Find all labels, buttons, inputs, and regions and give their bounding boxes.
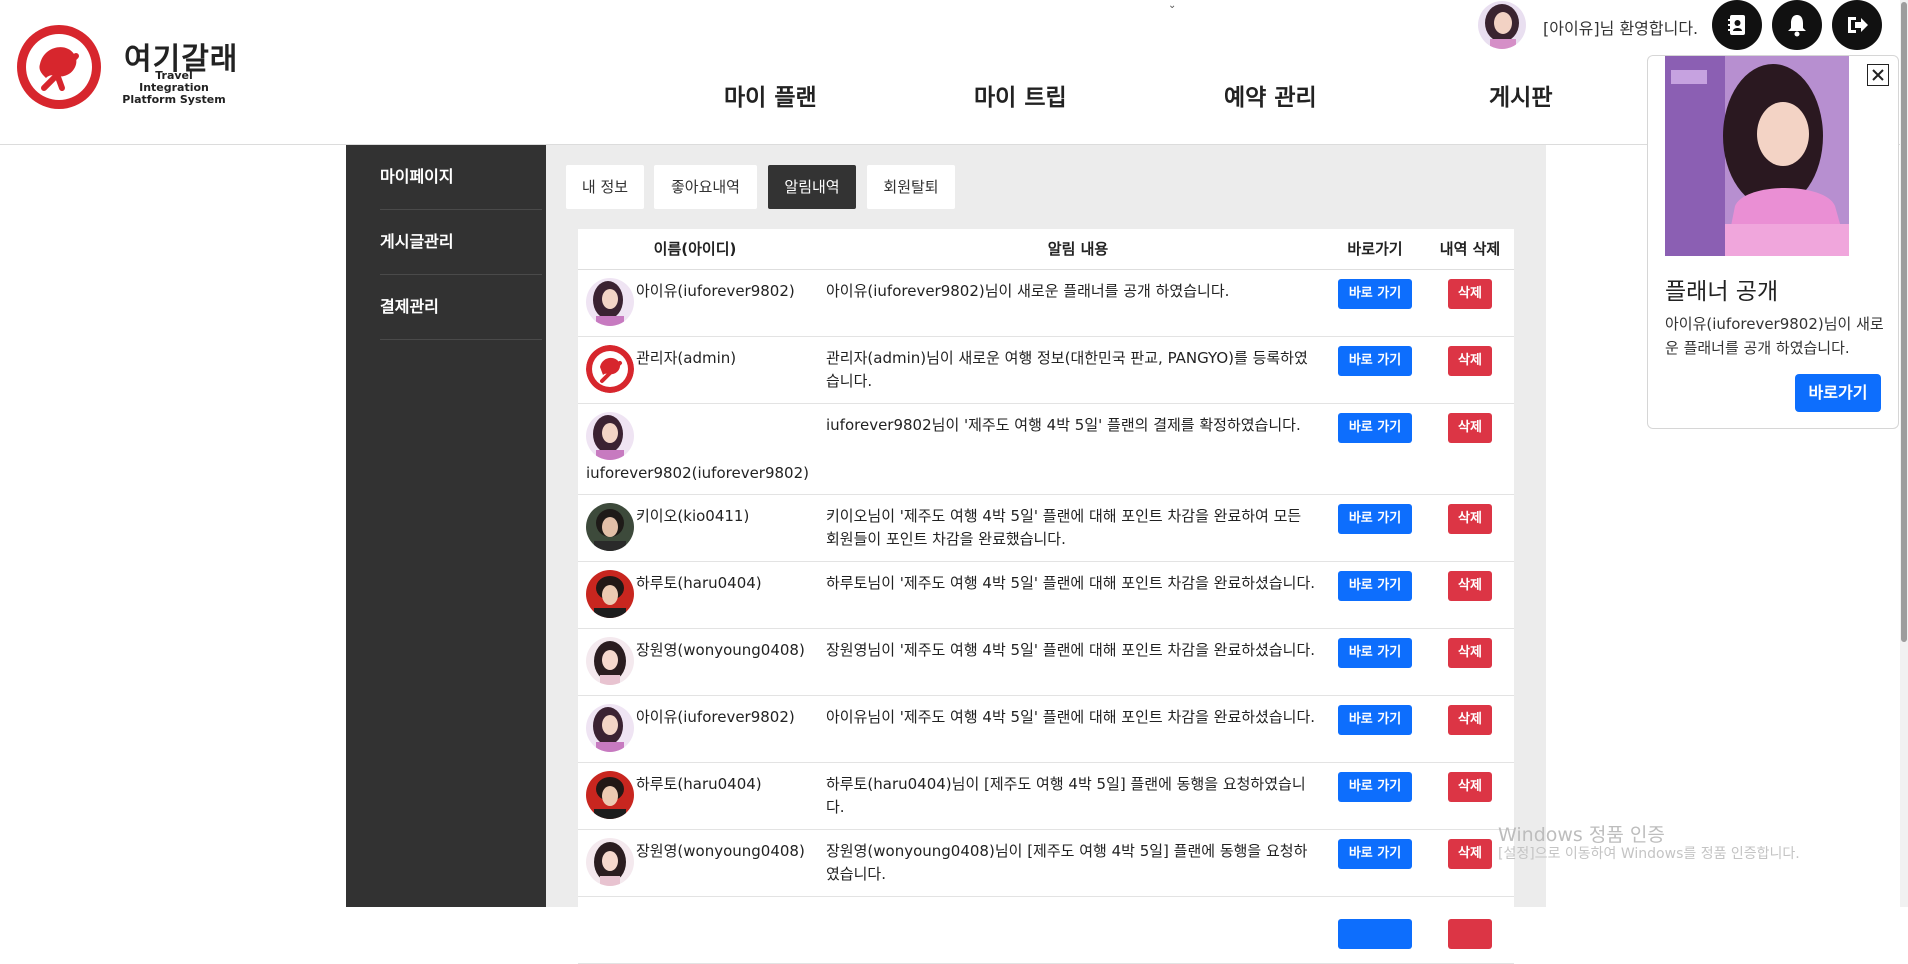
table-row: 관리자(admin) 관리자(admin)님이 새로운 여행 정보(대한민국 판…: [578, 337, 1514, 404]
delete-button[interactable]: 삭제: [1448, 413, 1492, 443]
table-row: 아이유(iuforever9802) 아이유님이 '제주도 여행 4박 5일' …: [578, 696, 1514, 763]
go-button[interactable]: [1338, 919, 1412, 949]
avatar: [586, 278, 634, 326]
avatar: [586, 412, 634, 460]
notification-table: 이름(아이디) 알림 내용 바로가기 내역 삭제 아이유(iuforever98…: [578, 229, 1514, 964]
row-user-name: 장원영(wonyoung0408): [636, 641, 805, 659]
row-user-name: 장원영(wonyoung0408): [636, 842, 805, 860]
user-avatar[interactable]: [1478, 1, 1526, 49]
delete-button[interactable]: 삭제: [1448, 638, 1492, 668]
delete-button[interactable]: 삭제: [1448, 346, 1492, 376]
table-header: 이름(아이디) 알림 내용 바로가기 내역 삭제: [578, 229, 1514, 270]
popup-message: 아이유(iuforever9802)님이 새로운 플래너를 공개 하였습니다.: [1665, 315, 1884, 357]
avatar: [586, 771, 634, 819]
go-button[interactable]: 바로 가기: [1338, 504, 1412, 534]
main-content: 내 정보 좋아요내역 알림내역 회원탈퇴 이름(아이디) 알림 내용 바로가기 …: [546, 145, 1546, 964]
nav-my-trip[interactable]: 마이 트립: [974, 78, 1067, 112]
delete-button[interactable]: 삭제: [1448, 705, 1492, 735]
delete-button[interactable]: [1448, 919, 1492, 949]
go-button[interactable]: 바로 가기: [1338, 839, 1412, 869]
chevron-down-icon: ⌄: [1168, 0, 1177, 11]
table-row: 하루토(haru0404) 하루토(haru0404)님이 [제주도 여행 4박…: [578, 763, 1514, 830]
tab-notifications[interactable]: 알림내역: [768, 165, 856, 209]
brand-subtitle: Travel Integration Platform System: [122, 69, 226, 106]
row-user-name: 키이오(kio0411): [636, 507, 750, 525]
bell-icon: [1788, 15, 1806, 37]
row-user-name: 아이유(iuforever9802): [636, 282, 795, 300]
table-row: 장원영(wonyoung0408) 장원영(wonyoung0408)님이 [제…: [578, 830, 1514, 897]
row-message: 아이유님이 '제주도 여행 4박 5일' 플랜에 대해 포인트 차감을 완료하셨…: [826, 708, 1316, 726]
tab-my-info[interactable]: 내 정보: [566, 165, 644, 209]
row-message: iuforever9802님이 '제주도 여행 4박 5일' 플랜의 결제를 확…: [826, 416, 1301, 434]
top-header: 여기갈래 Travel Integration Platform System …: [0, 0, 1908, 145]
contact-book-icon: [1728, 15, 1745, 35]
delete-button[interactable]: 삭제: [1448, 839, 1492, 869]
delete-button[interactable]: 삭제: [1448, 504, 1492, 534]
table-row: iuforever9802(iuforever9802) iuforever98…: [578, 404, 1514, 495]
avatar: [586, 570, 634, 618]
row-user-name: 하루토(haru0404): [636, 775, 762, 793]
tab-withdraw[interactable]: 회원탈퇴: [867, 165, 955, 209]
avatar: [586, 838, 634, 886]
avatar: [586, 704, 634, 752]
row-user-name: 관리자(admin): [636, 349, 737, 367]
notification-popup: 플래너 공개 아이유(iuforever9802)님이 새로운 플래너를 공개 …: [1647, 55, 1899, 429]
notification-button[interactable]: [1772, 0, 1822, 50]
popup-go-button[interactable]: 바로가기: [1795, 374, 1881, 412]
welcome-text: [아이유]님 환영합니다.: [1543, 19, 1699, 38]
sidebar-item-post-management[interactable]: 게시글관리: [380, 210, 542, 275]
windows-activation-text: [설정]으로 이동하여 Windows를 정품 인증합니다.: [1498, 846, 1800, 862]
avatar: [586, 503, 634, 551]
go-button[interactable]: 바로 가기: [1338, 346, 1412, 376]
row-message: 장원영(wonyoung0408)님이 [제주도 여행 4박 5일] 플랜에 동…: [826, 842, 1308, 883]
logout-icon: [1848, 17, 1868, 33]
sidebar-item-payment-management[interactable]: 결제관리: [380, 275, 542, 340]
column-header-go: 바로가기: [1347, 240, 1403, 258]
column-header-delete: 내역 삭제: [1439, 240, 1501, 258]
row-message: 하루토(haru0404)님이 [제주도 여행 4박 5일] 플랜에 동행을 요…: [826, 775, 1306, 816]
avatar: [586, 637, 634, 685]
row-user-name: iuforever9802(iuforever9802): [586, 464, 809, 482]
nav-reservation[interactable]: 예약 관리: [1224, 78, 1317, 112]
go-button[interactable]: 바로 가기: [1338, 279, 1412, 309]
popup-title: 플래너 공개: [1665, 279, 1779, 305]
column-header-message: 알림 내용: [1047, 240, 1109, 258]
row-message: 키이오님이 '제주도 여행 4박 5일' 플랜에 대해 포인트 차감을 완료하여…: [826, 507, 1302, 548]
delete-button[interactable]: 삭제: [1448, 772, 1492, 802]
delete-button[interactable]: 삭제: [1448, 279, 1492, 309]
nav-my-plan[interactable]: 마이 플랜: [724, 78, 817, 112]
go-button[interactable]: 바로 가기: [1338, 571, 1412, 601]
close-icon: [1872, 69, 1884, 81]
tab-likes[interactable]: 좋아요내역: [654, 165, 757, 209]
delete-button[interactable]: 삭제: [1448, 571, 1492, 601]
contact-book-button[interactable]: [1712, 0, 1762, 50]
close-button[interactable]: [1867, 64, 1889, 86]
avatar: [586, 345, 634, 393]
row-message: 하루토님이 '제주도 여행 4박 5일' 플랜에 대해 포인트 차감을 완료하셨…: [826, 574, 1316, 592]
go-button[interactable]: 바로 가기: [1338, 638, 1412, 668]
row-user-name: 아이유(iuforever9802): [636, 708, 795, 726]
table-row: 하루토(haru0404) 하루토님이 '제주도 여행 4박 5일' 플랜에 대…: [578, 562, 1514, 629]
brand-logo[interactable]: [14, 22, 104, 112]
go-button[interactable]: 바로 가기: [1338, 413, 1412, 443]
column-header-name: 이름(아이디): [653, 240, 737, 258]
logout-button[interactable]: [1832, 0, 1882, 50]
table-row: [578, 897, 1514, 964]
sidebar-item-mypage[interactable]: 마이페이지: [380, 145, 542, 210]
nav-board[interactable]: 게시판: [1489, 78, 1552, 112]
table-row: 장원영(wonyoung0408) 장원영님이 '제주도 여행 4박 5일' 플…: [578, 629, 1514, 696]
table-row: 키이오(kio0411) 키이오님이 '제주도 여행 4박 5일' 플랜에 대해…: [578, 495, 1514, 562]
go-button[interactable]: 바로 가기: [1338, 772, 1412, 802]
row-message: 관리자(admin)님이 새로운 여행 정보(대한민국 판교, PANGYO)를…: [826, 349, 1308, 390]
page-scrollbar-thumb[interactable]: [1901, 2, 1907, 642]
row-user-name: 하루토(haru0404): [636, 574, 762, 592]
go-button[interactable]: 바로 가기: [1338, 705, 1412, 735]
row-message: 장원영님이 '제주도 여행 4박 5일' 플랜에 대해 포인트 차감을 완료하셨…: [826, 641, 1316, 659]
row-message: 아이유(iuforever9802)님이 새로운 플래너를 공개 하였습니다.: [826, 282, 1230, 300]
popup-image: [1665, 56, 1849, 256]
side-menu: 마이페이지 게시글관리 결제관리: [346, 145, 546, 907]
table-row: 아이유(iuforever9802) 아이유(iuforever9802)님이 …: [578, 270, 1514, 337]
